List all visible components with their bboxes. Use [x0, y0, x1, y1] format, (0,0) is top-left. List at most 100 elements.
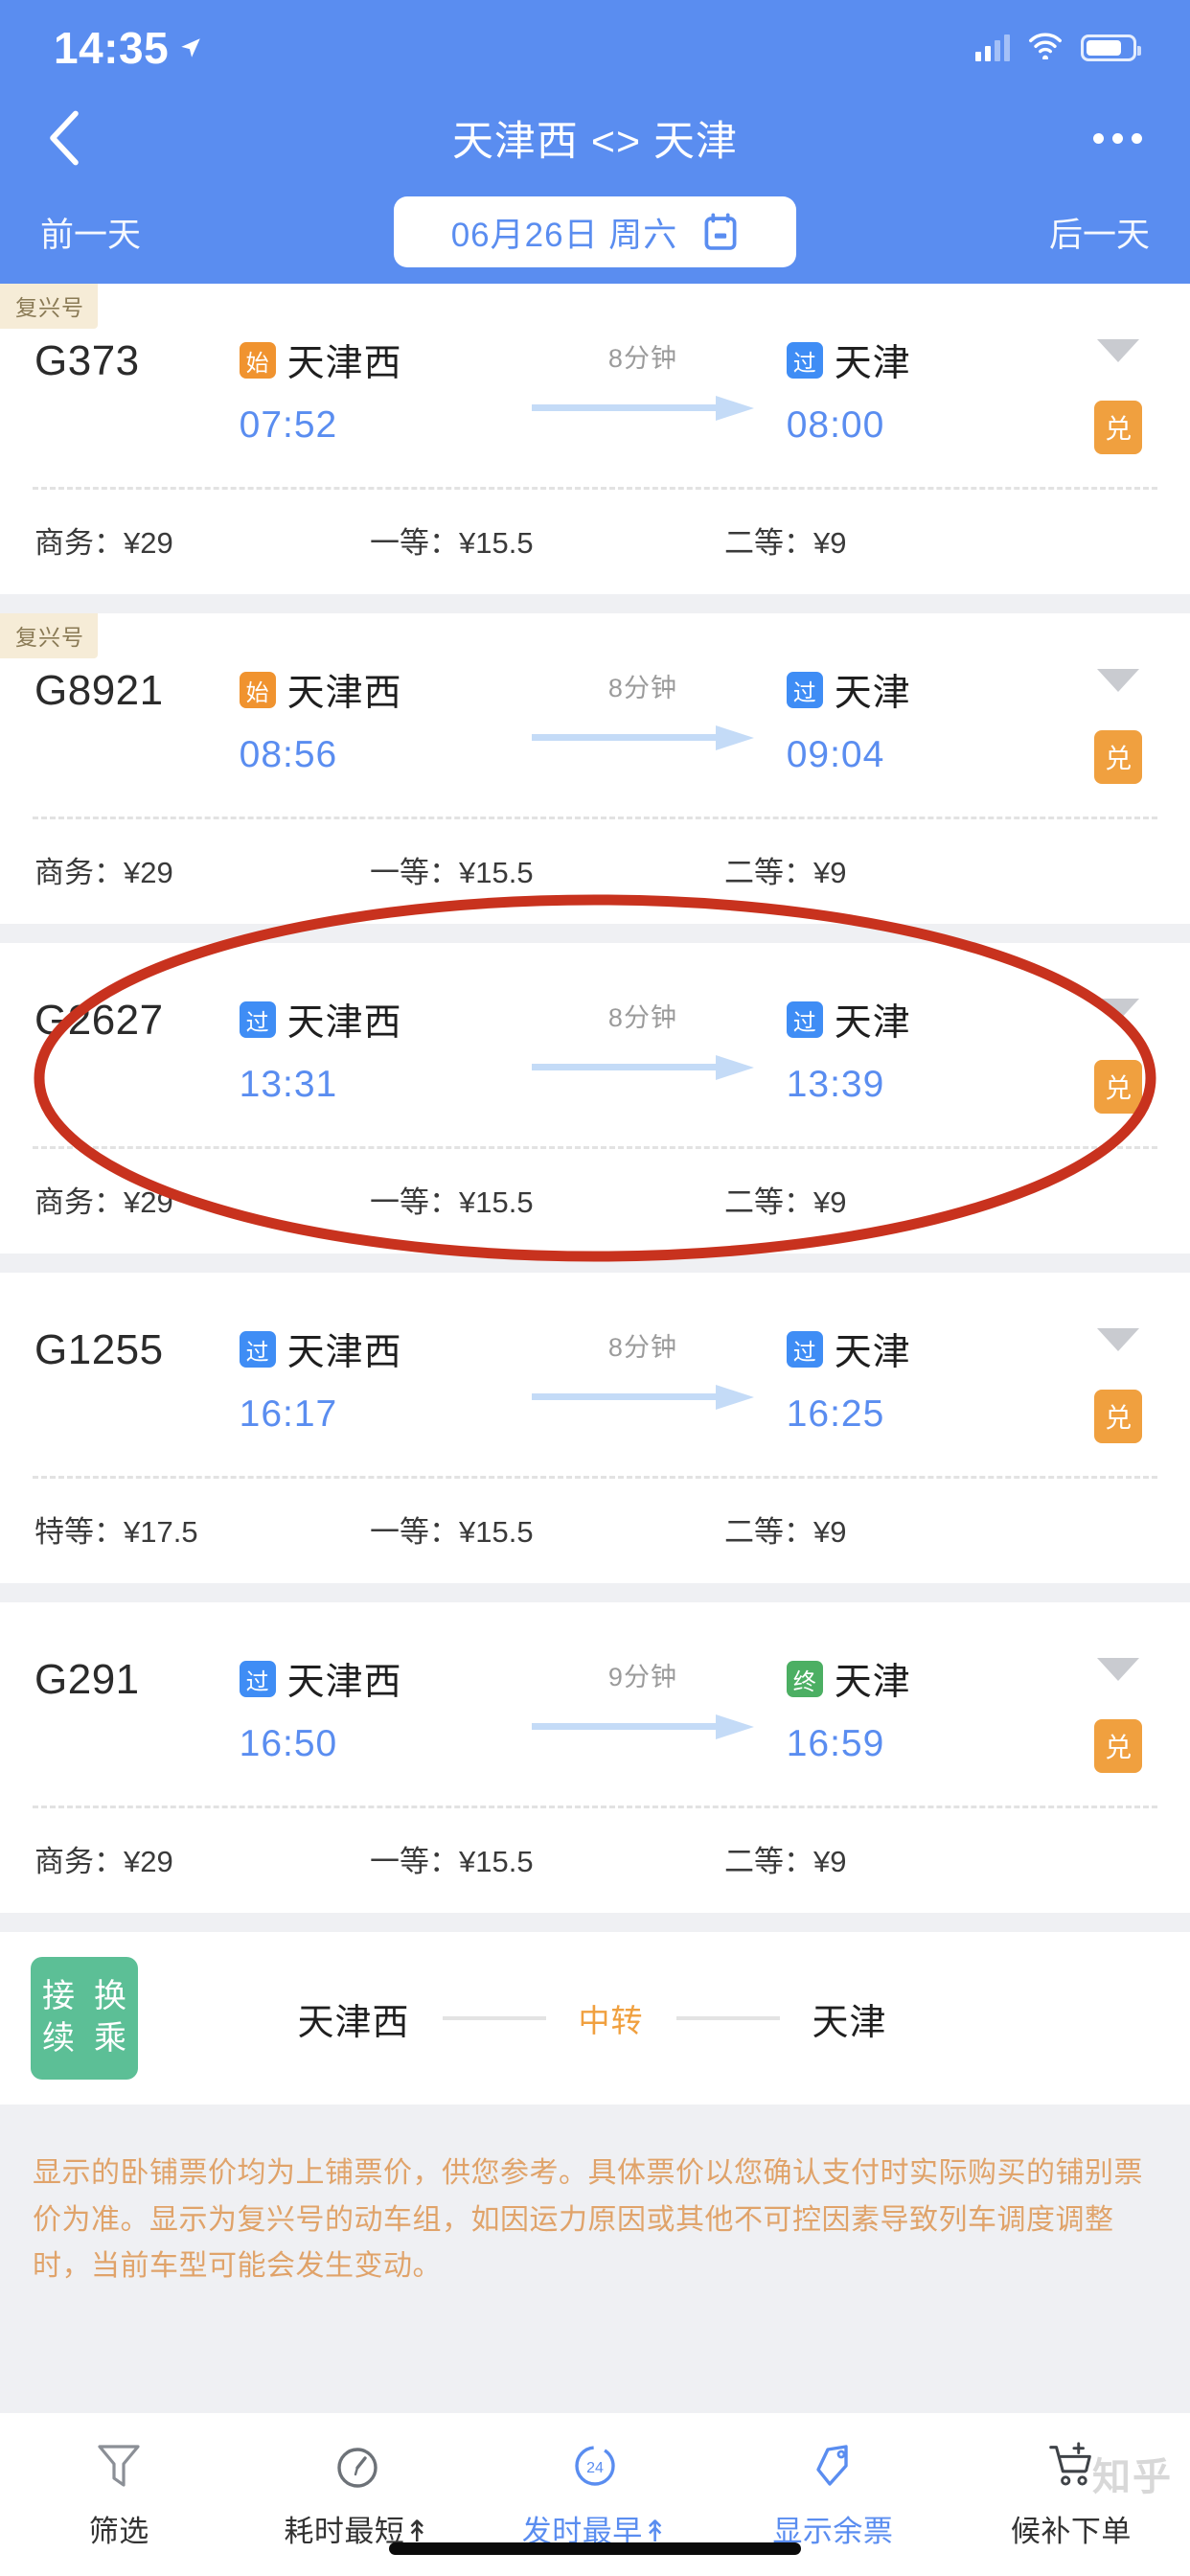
departure-stop-type-tag: 过 — [239, 1661, 276, 1697]
date-bar: 前一天 06月26日 周六 后一天 — [0, 180, 1190, 284]
arrival-block: 过 天津 13:39 — [786, 993, 1047, 1106]
prev-day-button[interactable]: 前一天 — [40, 208, 280, 257]
battery-icon — [1081, 34, 1141, 61]
departure-stop-type-tag: 过 — [239, 1001, 276, 1038]
price-item: 商务：¥29 — [34, 1845, 173, 1878]
price-item: 一等：¥15.5 — [370, 526, 534, 560]
filter-icon — [94, 2436, 144, 2496]
arrival-block: 终 天津 16:59 — [786, 1652, 1047, 1765]
departure-station-line: 始 天津西 — [239, 334, 500, 387]
chevron-down-icon[interactable] — [1097, 1658, 1140, 1681]
toolbar-button-label: 候补下单 — [1010, 2515, 1132, 2548]
train-card[interactable]: 复兴号 G373 始 天津西 07:52 8分钟 过 天津 08:00 兑 商务… — [0, 284, 1190, 594]
chevron-down-icon[interactable] — [1097, 669, 1140, 692]
toolbar-button-3[interactable]: 24 发时最早↟ — [476, 2436, 714, 2550]
chevron-down-icon[interactable] — [1097, 999, 1140, 1022]
price-item: 一等：¥15.5 — [370, 1185, 534, 1219]
train-list: 复兴号 G373 始 天津西 07:52 8分钟 过 天津 08:00 兑 商务… — [0, 284, 1190, 1913]
price-item: 二等：¥9 — [724, 856, 847, 889]
toolbar-button-2[interactable]: 耗时最短↟ — [238, 2436, 475, 2550]
arrival-time: 16:59 — [786, 1723, 885, 1764]
departure-block: 过 天津西 16:50 — [239, 1652, 500, 1765]
train-actions: 兑 — [1046, 1652, 1190, 1773]
departure-stop-type-tag: 始 — [239, 342, 276, 379]
date-picker-button[interactable]: 06月26日 周六 — [394, 196, 796, 267]
clock-24-icon: 24 — [570, 2436, 620, 2496]
toolbar-button-4[interactable]: 显示余票 — [714, 2436, 951, 2550]
nav-bar: 天津西 <> 天津 — [0, 96, 1190, 180]
train-actions: 兑 — [1046, 334, 1190, 454]
price-row: 商务：¥29 一等：¥15.5 二等：¥9 — [0, 819, 1190, 924]
train-card[interactable]: 复兴号 G8921 始 天津西 08:56 8分钟 过 天津 09:04 兑 商… — [0, 613, 1190, 924]
train-main-row: G291 过 天津西 16:50 9分钟 终 天津 16:59 兑 — [0, 1602, 1190, 1773]
train-card[interactable]: G291 过 天津西 16:50 9分钟 终 天津 16:59 兑 商务：¥29… — [0, 1602, 1190, 1913]
arrival-block: 过 天津 09:04 — [786, 663, 1047, 776]
arrival-station: 天津 — [834, 673, 911, 714]
departure-station-line: 始 天津西 — [239, 663, 500, 717]
exchange-button[interactable]: 兑 — [1094, 1390, 1143, 1443]
trip-duration: 9分钟 — [607, 1663, 677, 1691]
departure-stop-type-tag: 过 — [239, 1331, 276, 1368]
price-item: 一等：¥15.5 — [370, 1845, 534, 1878]
price-item: 商务：¥29 — [34, 1185, 173, 1219]
arrival-block: 过 天津 08:00 — [786, 334, 1047, 447]
train-main-row: G373 始 天津西 07:52 8分钟 过 天津 08:00 兑 — [0, 284, 1190, 454]
arrival-stop-type-tag: 过 — [786, 342, 823, 379]
cellular-signal-icon — [975, 34, 1010, 61]
price-row: 商务：¥29 一等：¥15.5 二等：¥9 — [0, 490, 1190, 594]
next-day-button[interactable]: 后一天 — [910, 208, 1150, 257]
section-gap — [0, 1913, 1190, 1932]
transfer-to-station: 天津 — [812, 2002, 887, 2043]
train-number: G8921 — [34, 667, 164, 714]
price-item: 二等：¥9 — [724, 1185, 847, 1219]
train-card[interactable]: G2627 过 天津西 13:31 8分钟 过 天津 13:39 兑 商务：¥2… — [0, 943, 1190, 1254]
transfer-line-left — [442, 2016, 546, 2020]
back-button[interactable] — [48, 104, 115, 172]
departure-time: 13:31 — [239, 1064, 338, 1105]
card-gap — [0, 1254, 1190, 1273]
departure-time: 16:50 — [239, 1723, 338, 1764]
transfer-from-station: 天津西 — [297, 2002, 410, 2043]
price-item: 一等：¥15.5 — [370, 1515, 534, 1549]
toolbar-button-1[interactable]: 筛选 — [0, 2436, 238, 2550]
exchange-button[interactable]: 兑 — [1094, 401, 1143, 454]
price-row: 特等：¥17.5 一等：¥15.5 二等：¥9 — [0, 1479, 1190, 1583]
arrival-station-line: 过 天津 — [786, 993, 1047, 1046]
more-horizontal-icon[interactable] — [1093, 132, 1142, 144]
exchange-button[interactable]: 兑 — [1094, 1719, 1143, 1773]
departure-station: 天津西 — [286, 673, 402, 714]
svg-text:24: 24 — [586, 2460, 604, 2476]
arrival-stop-type-tag: 过 — [786, 672, 823, 708]
departure-station: 天津西 — [286, 1002, 402, 1044]
train-number: G2627 — [34, 997, 164, 1044]
trip-duration: 8分钟 — [607, 674, 677, 702]
card-gap — [0, 1583, 1190, 1602]
arrival-block: 过 天津 16:25 — [786, 1322, 1047, 1436]
arrival-station: 天津 — [834, 1662, 911, 1703]
ticket-tag-icon — [808, 2436, 858, 2496]
calendar-icon — [702, 213, 739, 251]
toolbar-button-label: 筛选 — [88, 2515, 149, 2548]
price-item: 二等：¥9 — [724, 1515, 847, 1549]
chevron-down-icon[interactable] — [1097, 339, 1140, 362]
transfer-route: 天津西 中转 天津 — [138, 1992, 1046, 2045]
arrival-time: 13:39 — [786, 1064, 885, 1105]
exchange-button[interactable]: 兑 — [1094, 730, 1143, 784]
arrival-stop-type-tag: 终 — [786, 1661, 823, 1697]
train-card[interactable]: G1255 过 天津西 16:17 8分钟 过 天津 16:25 兑 特等：¥1… — [0, 1273, 1190, 1583]
departure-stop-type-tag: 始 — [239, 672, 276, 708]
transfer-option-row[interactable]: 接 换 续 乘 天津西 中转 天津 — [0, 1932, 1190, 2104]
transfer-badge-char: 乘 — [94, 2020, 126, 2057]
price-item: 二等：¥9 — [724, 526, 847, 560]
train-number: G291 — [34, 1656, 140, 1703]
transfer-middle-label: 中转 — [578, 2003, 644, 2038]
price-row: 商务：¥29 一等：¥15.5 二等：¥9 — [0, 1808, 1190, 1913]
trip-duration: 8分钟 — [607, 1333, 677, 1362]
exchange-button[interactable]: 兑 — [1094, 1060, 1143, 1114]
status-bar: 14:35 — [0, 0, 1190, 96]
price-item: 一等：¥15.5 — [370, 856, 534, 889]
transfer-badge-char: 续 — [42, 2020, 75, 2057]
direction-arrow-icon — [531, 1055, 754, 1080]
chevron-down-icon[interactable] — [1097, 1328, 1140, 1351]
cart-plus-icon — [1045, 2436, 1097, 2496]
